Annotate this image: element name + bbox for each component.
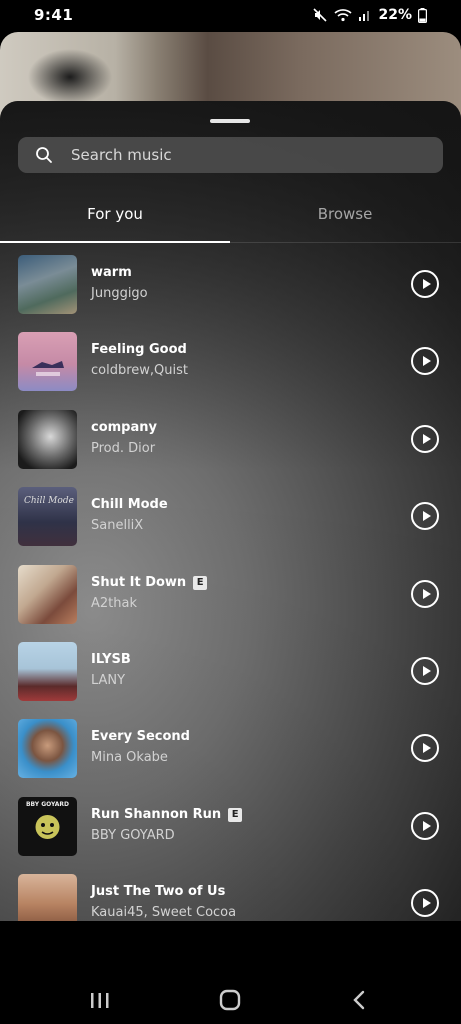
track-title: Chill Mode (91, 497, 168, 512)
track-artist: LANY (91, 673, 126, 688)
music-picker-sheet: Search music For you Browse warm Junggig… (0, 101, 461, 921)
track-row[interactable]: Shut It Down E A2thak (0, 565, 461, 627)
track-title: ILYSB (91, 652, 131, 667)
track-row[interactable]: Just The Two of Us Kauai45, Sweet Cocoa (0, 874, 461, 921)
search-icon (35, 146, 53, 168)
play-button[interactable] (411, 580, 439, 608)
album-art: Chill Mode (18, 487, 77, 546)
play-button[interactable] (411, 889, 439, 917)
back-button[interactable] (339, 986, 379, 1014)
tab-bar: For you Browse (0, 197, 461, 243)
mute-icon (312, 7, 328, 23)
status-bar: 9:41 22% (0, 0, 461, 32)
track-title: Feeling Good (91, 342, 187, 357)
track-artist: Kauai45, Sweet Cocoa (91, 905, 237, 920)
track-artist: Prod. Dior (91, 441, 156, 456)
navigation-bar (0, 921, 461, 1024)
track-artist: BBY GOYARD (91, 828, 175, 843)
drag-handle[interactable] (210, 119, 250, 123)
track-row[interactable]: warm Junggigo (0, 255, 461, 317)
album-art (18, 719, 77, 778)
track-row[interactable]: company Prod. Dior (0, 410, 461, 472)
play-button[interactable] (411, 734, 439, 762)
recent-apps-button[interactable] (80, 986, 120, 1014)
track-artist: coldbrew,Quist (91, 363, 188, 378)
wifi-icon (334, 8, 353, 22)
tab-for-you[interactable]: For you (0, 205, 230, 223)
album-art (18, 332, 77, 391)
status-icons: 22% (312, 7, 427, 23)
search-bar[interactable]: Search music (18, 137, 443, 173)
battery-percent: 22% (378, 7, 412, 23)
track-title: Just The Two of Us (91, 884, 226, 899)
track-row[interactable]: BBY GOYARD Run Shannon Run E BBY GOYARD (0, 797, 461, 859)
album-art (18, 255, 77, 314)
tab-browse[interactable]: Browse (230, 205, 460, 223)
album-art (18, 874, 77, 921)
track-title: company (91, 420, 157, 435)
play-button[interactable] (411, 502, 439, 530)
track-row[interactable]: Chill Mode Chill Mode SanelliX (0, 487, 461, 549)
explicit-badge: E (193, 575, 208, 590)
status-time: 9:41 (34, 6, 74, 24)
play-button[interactable] (411, 347, 439, 375)
search-input[interactable]: Search music (71, 146, 172, 164)
album-art: BBY GOYARD (18, 797, 77, 856)
track-artist: Junggigo (91, 286, 148, 301)
album-art (18, 410, 77, 469)
signal-icon (358, 8, 372, 22)
track-artist: SanelliX (91, 518, 144, 533)
battery-icon (418, 7, 427, 23)
track-row[interactable]: ILYSB LANY (0, 642, 461, 704)
play-button[interactable] (411, 425, 439, 453)
play-button[interactable] (411, 657, 439, 685)
album-art-text: Chill Mode (24, 496, 74, 506)
play-button[interactable] (411, 812, 439, 840)
album-art (18, 642, 77, 701)
track-title: warm (91, 265, 132, 280)
play-button[interactable] (411, 270, 439, 298)
home-button[interactable] (210, 986, 250, 1014)
track-title: Shut It Down (91, 575, 187, 590)
tab-indicator (0, 241, 230, 243)
album-art (18, 565, 77, 624)
explicit-badge: E (228, 807, 243, 822)
track-row[interactable]: Feeling Good coldbrew,Quist (0, 332, 461, 394)
track-title: Every Second (91, 729, 190, 744)
track-title: Run Shannon Run (91, 807, 222, 822)
track-row[interactable]: Every Second Mina Okabe (0, 719, 461, 781)
track-artist: Mina Okabe (91, 750, 168, 765)
track-artist: A2thak (91, 596, 137, 611)
